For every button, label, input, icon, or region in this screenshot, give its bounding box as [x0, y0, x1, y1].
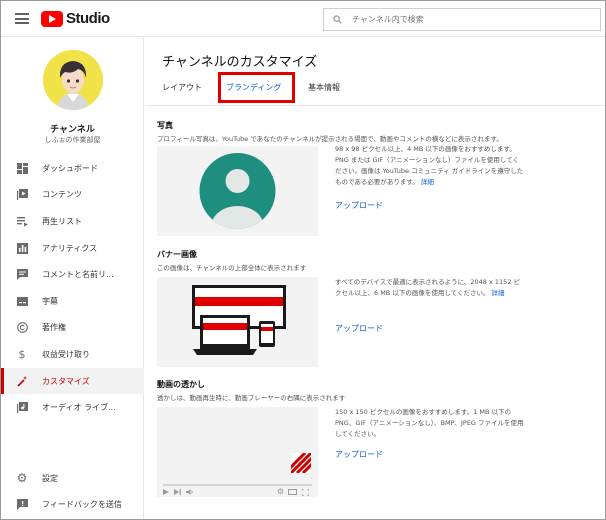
tab-divider: [146, 105, 604, 106]
sidebar-item-monetization[interactable]: $ 収益受け取り: [1, 341, 144, 368]
photo-section: 写真 プロフィール写真は、YouTube であなたのチャンネルが提示される場面で…: [157, 120, 597, 240]
banner-preview: [157, 277, 318, 367]
sidebar-item-label: 著作権: [42, 323, 66, 333]
volume-icon[interactable]: [186, 489, 194, 495]
player-controls: ⚙: [157, 481, 318, 497]
search-input[interactable]: [352, 15, 582, 24]
sidebar-item-label: 再生リスト: [42, 216, 82, 226]
avatar-placeholder-icon: [199, 153, 276, 229]
sidebar-item-label: フィードバックを送信: [42, 500, 122, 510]
channel-name: チャンネル: [50, 125, 95, 135]
banner-description: この画像は、チャンネルの上部全体に表示されます: [157, 264, 307, 272]
sidebar-item-settings[interactable]: ⚙ 設定: [1, 465, 144, 492]
sidebar-item-label: ダッシュボード: [42, 163, 98, 173]
sidebar-item-label: コメントと名前リ...: [42, 270, 114, 280]
sidebar-item-copyright[interactable]: 著作権: [1, 315, 144, 342]
tab-basic-info[interactable]: 基本情報: [308, 82, 340, 93]
sidebar-item-comments[interactable]: コメントと名前リ...: [1, 261, 144, 288]
monetization-icon: $: [18, 347, 26, 361]
play-icon[interactable]: [163, 489, 169, 495]
watermark-description: 透かしは、動画再生時に、動画プレーヤーの右隅に表示されます: [157, 394, 346, 402]
watermark-upload-button[interactable]: アップロード: [335, 449, 383, 460]
photo-learn-more-link[interactable]: 詳細: [421, 178, 434, 186]
sidebar-item-audio-library[interactable]: オーディオ ライブ...: [1, 394, 144, 421]
watermark-section: 動画の透かし 透かしは、動画再生時に、動画プレーヤーの右隅に表示されます ⚙ 1…: [157, 379, 597, 519]
next-icon[interactable]: [174, 489, 181, 495]
watermark-info: 150 x 150 ピクセルの画像をおすすめします。1 MB 以下の PNG、G…: [335, 407, 525, 440]
channel-handle: しふぉの作業部屋: [44, 136, 101, 144]
logo-text: Studio: [66, 10, 110, 27]
watermark-title: 動画の透かし: [157, 380, 205, 389]
player-settings-icon[interactable]: ⚙: [277, 487, 284, 496]
subtitles-icon: [16, 295, 28, 307]
sidebar: チャンネル しふぉの作業部屋 ダッシュボード コンテンツ 再生リスト アナリティ…: [1, 38, 144, 519]
watermark-preview: ⚙: [157, 407, 318, 497]
sidebar-item-analytics[interactable]: アナリティクス: [1, 235, 144, 262]
banner-section: バナー画像 この画像は、チャンネルの上部全体に表示されます すべてのデバイスで最…: [157, 249, 597, 399]
sidebar-item-label: 設定: [42, 473, 58, 483]
copyright-icon: [16, 322, 28, 334]
top-bar: Studio: [1, 1, 605, 37]
sidebar-item-label: アナリティクス: [42, 243, 98, 253]
photo-preview: [157, 146, 318, 236]
menu-icon[interactable]: [15, 13, 29, 24]
sidebar-item-content[interactable]: コンテンツ: [1, 182, 144, 209]
devices-banner-illustration: [192, 285, 286, 355]
fullscreen-icon[interactable]: [302, 489, 309, 496]
photo-description: プロフィール写真は、YouTube であなたのチャンネルが提示される場面で、動画…: [157, 135, 503, 143]
page-title: チャンネルのカスタマイズ: [162, 55, 318, 70]
sidebar-item-label: 収益受け取り: [42, 349, 90, 359]
search-icon: [333, 15, 342, 24]
sidebar-bottom-nav: ⚙ 設定 フィードバックを送信: [1, 465, 144, 518]
watermark-info-text: 150 x 150 ピクセルの画像をおすすめします。1 MB 以下の PNG、G…: [335, 408, 524, 438]
audio-library-icon: [16, 402, 28, 414]
photo-upload-button[interactable]: アップロード: [335, 200, 383, 211]
banner-learn-more-link[interactable]: 詳細: [492, 289, 505, 297]
photo-info: 98 x 98 ピクセル以上、4 MB 以下の画像をおすすめします。PNG また…: [335, 144, 525, 188]
banner-upload-button[interactable]: アップロード: [335, 323, 383, 334]
search-box[interactable]: [323, 8, 601, 31]
branding-highlight-box: [218, 72, 295, 103]
tab-layout[interactable]: レイアウト: [162, 82, 202, 93]
theater-mode-icon[interactable]: [288, 489, 297, 495]
progress-bar[interactable]: [163, 484, 312, 486]
sidebar-item-feedback[interactable]: フィードバックを送信: [1, 492, 144, 519]
playlist-icon: [16, 215, 28, 227]
content-icon: [16, 189, 28, 201]
analytics-icon: [16, 242, 28, 254]
sidebar-item-label: コンテンツ: [42, 190, 82, 200]
sidebar-item-label: 字幕: [42, 296, 58, 306]
banner-info: すべてのデバイスで最適に表示されるように、2048 x 1152 ピクセル以上、…: [335, 277, 525, 299]
youtube-logo-icon: [41, 10, 63, 27]
studio-logo[interactable]: Studio: [41, 10, 110, 27]
avatar-illustration: [43, 50, 103, 110]
channel-avatar[interactable]: [43, 50, 103, 110]
sidebar-item-playlists[interactable]: 再生リスト: [1, 208, 144, 235]
main-content: チャンネルのカスタマイズ レイアウト ブランディング 基本情報 写真 プロフィー…: [145, 38, 605, 519]
sidebar-item-dashboard[interactable]: ダッシュボード: [1, 155, 144, 182]
feedback-icon: [16, 499, 28, 511]
dashboard-icon: [16, 162, 28, 174]
customize-icon: [16, 375, 28, 387]
sidebar-item-subtitles[interactable]: 字幕: [1, 288, 144, 315]
sidebar-item-label: カスタマイズ: [42, 376, 90, 386]
comments-icon: [16, 269, 28, 281]
sidebar-item-label: オーディオ ライブ...: [42, 403, 116, 413]
settings-icon: ⚙: [16, 471, 28, 486]
photo-title: 写真: [157, 121, 173, 130]
sidebar-nav: ダッシュボード コンテンツ 再生リスト アナリティクス コメントと名前リ... …: [1, 155, 144, 421]
banner-title: バナー画像: [157, 250, 197, 259]
sidebar-item-customize[interactable]: カスタマイズ: [1, 367, 144, 395]
